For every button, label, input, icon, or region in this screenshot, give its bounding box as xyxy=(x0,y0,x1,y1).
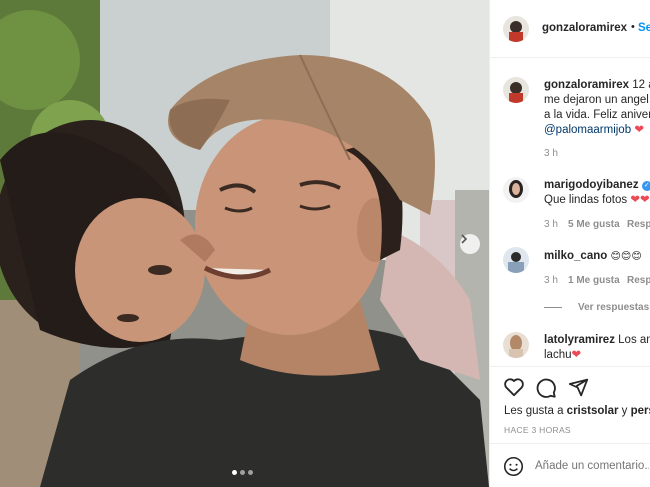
avatar-image xyxy=(503,16,529,42)
replies-divider xyxy=(544,307,562,308)
carousel-dot xyxy=(232,470,237,475)
commenter-avatar[interactable] xyxy=(503,177,529,203)
reply-button[interactable]: Respo xyxy=(627,275,650,286)
red-heart-emoji-icon: ❤ xyxy=(634,124,644,136)
post-timestamp: HACE 3 HORAS xyxy=(504,425,571,435)
avatar-image xyxy=(503,177,529,203)
verified-badge-icon: ✓ xyxy=(641,181,650,191)
share-button[interactable] xyxy=(568,377,589,401)
comment-text-line: lachu❤ xyxy=(544,348,581,363)
author-avatar[interactable] xyxy=(503,16,529,42)
carousel-dot xyxy=(248,470,253,475)
avatar-image xyxy=(503,332,529,358)
share-icon xyxy=(568,378,589,397)
caption-username[interactable]: gonzaloramirex xyxy=(544,79,629,91)
comment-input[interactable] xyxy=(535,457,649,475)
comment-username[interactable]: latolyramirez xyxy=(544,334,615,346)
post-header: gonzaloramirex • Seg xyxy=(490,0,650,58)
view-replies-button[interactable]: Ver respuestas (1) xyxy=(578,302,650,313)
comment-button[interactable] xyxy=(535,377,557,402)
caption: gonzaloramirex 12 a xyxy=(544,78,650,93)
caption-line: me dejaron un angel. xyxy=(544,94,650,106)
comment-time: 3 h xyxy=(544,275,558,286)
carousel-dot xyxy=(240,470,245,475)
carousel-indicator xyxy=(232,470,253,475)
caption-time: 3 h xyxy=(544,148,558,159)
chevron-right-icon xyxy=(461,234,468,244)
red-heart-emoji-icon: ❤ xyxy=(571,349,582,361)
comment-text: Que lindas fotos xyxy=(544,194,628,206)
comment-likes[interactable]: 1 Me gusta xyxy=(568,275,620,286)
post-photo[interactable] xyxy=(0,0,489,487)
caption-text: 12 a xyxy=(632,79,650,91)
comment: marigodoyibanez ✓ xyxy=(544,178,650,193)
liked-by-more[interactable]: perso xyxy=(631,405,650,417)
comment-username[interactable]: marigodoyibanez xyxy=(544,179,639,191)
photo-illustration xyxy=(0,0,489,487)
comment-username[interactable]: milko_cano xyxy=(544,250,607,262)
emoji-icon xyxy=(503,456,524,477)
red-heart-emoji-icon: ❤❤ xyxy=(630,194,650,206)
comment-text-line: Que lindas fotos ❤❤ xyxy=(544,193,650,208)
avatar-image xyxy=(503,247,529,273)
carousel-next-button[interactable] xyxy=(460,234,480,254)
post-side-panel: gonzaloramirex • Seg gonzaloramirex 12 a… xyxy=(489,0,650,487)
reply-button[interactable]: Resp xyxy=(627,219,650,230)
caption-mention[interactable]: @palomaarmijob xyxy=(544,124,631,136)
liked-by-user[interactable]: cristsolar xyxy=(567,405,619,417)
likes-summary: Les gusta a cristsolar y perso xyxy=(504,404,650,419)
comment: latolyramirez Los am xyxy=(544,333,650,348)
like-button[interactable] xyxy=(503,377,525,400)
comment-likes[interactable]: 5 Me gusta xyxy=(568,219,620,230)
add-comment-bar xyxy=(490,443,650,487)
comment-text: lachu xyxy=(544,349,572,361)
comment-text: 😊😊😊 xyxy=(610,251,642,262)
emoji-button[interactable] xyxy=(503,456,524,480)
follow-button[interactable]: Seg xyxy=(638,22,650,34)
comment-time: 3 h xyxy=(544,219,558,230)
caption-line: @palomaarmijob ❤ xyxy=(544,123,644,138)
heart-icon xyxy=(504,378,524,397)
comment-icon xyxy=(536,378,556,398)
author-username[interactable]: gonzaloramirex xyxy=(542,22,627,34)
liked-by-prefix: Les gusta a xyxy=(504,405,564,417)
liked-by-suffix: y xyxy=(621,405,628,417)
caption-line: a la vida. Feliz aniversi xyxy=(544,109,650,121)
caption-avatar[interactable] xyxy=(503,77,529,103)
commenter-avatar[interactable] xyxy=(503,332,529,358)
commenter-avatar[interactable] xyxy=(503,247,529,273)
separator-dot: • xyxy=(631,21,635,33)
comment-text: Los am xyxy=(618,334,650,346)
comment: milko_cano 😊😊😊 xyxy=(544,249,642,264)
avatar-image xyxy=(503,77,529,103)
